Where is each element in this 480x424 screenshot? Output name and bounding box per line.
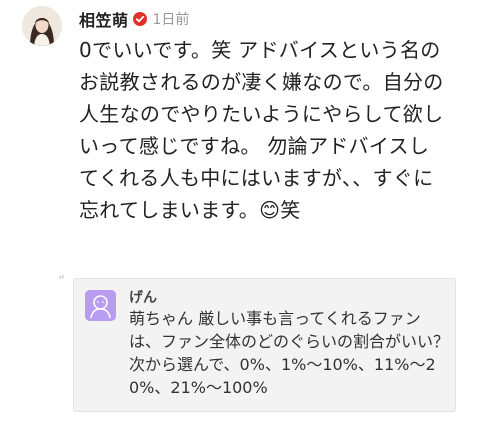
default-user-avatar-icon[interactable] [85,290,116,321]
post-header: 相笠萌 1日前 [79,8,189,30]
quote-mark-icon: “ [58,274,65,289]
comment-post: 相笠萌 1日前 0でいいです。笑 アドバイスという名のお説教されるのが凄く嫌なの… [0,0,480,424]
post-body: 0でいいです。笑 アドバイスという名のお説教されるのが凄く嫌なので。自分の人生な… [79,38,444,222]
reply-body: 萌ちゃん 厳しい事も言ってくれるファンは、ファン全体のどのぐらいの割合がいい？ … [129,309,450,397]
verified-badge-icon [132,12,147,26]
author-name[interactable]: 相笠萌 [79,7,129,31]
quoted-reply: げん 萌ちゃん 厳しい事も言ってくれるファンは、ファン全体のどのぐらいの割合がい… [73,278,456,412]
user-avatar-photo-icon [22,6,62,46]
reply-author-name[interactable]: げん [129,287,157,307]
author-avatar[interactable] [22,6,62,46]
post-timestamp: 1日前 [152,12,190,28]
